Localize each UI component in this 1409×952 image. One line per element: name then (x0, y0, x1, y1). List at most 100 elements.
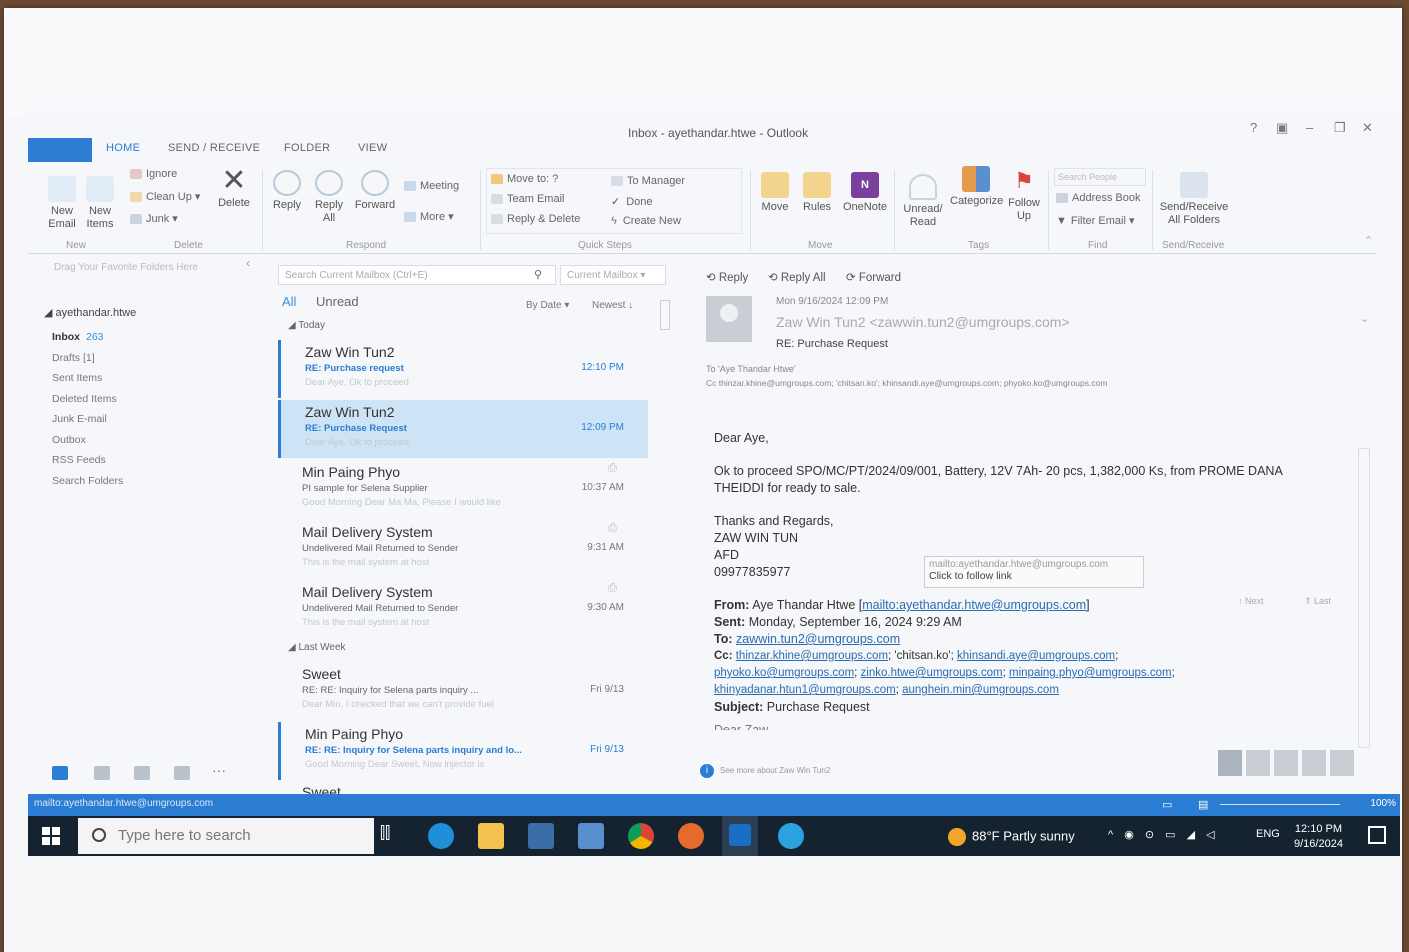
next-link[interactable]: ↑ Next (1238, 596, 1264, 606)
message-item-selected[interactable]: Zaw Win Tun2 RE: Purchase Request Dear A… (278, 400, 648, 458)
outlook-icon[interactable] (722, 816, 758, 856)
restore-icon[interactable]: ❐ (1334, 120, 1346, 136)
more-apps-icon[interactable]: ··· (212, 763, 236, 780)
message-list-scrollbar[interactable] (660, 300, 670, 330)
address-book-button[interactable]: Address Book (1056, 192, 1140, 204)
folder-deleted-items[interactable]: Deleted Items (28, 393, 258, 414)
taskbar-search-input[interactable]: Type here to search (78, 818, 374, 854)
minimize-icon[interactable]: – (1306, 120, 1313, 135)
new-items-button[interactable]: New Items (80, 176, 120, 231)
new-email-button[interactable]: New Email (42, 176, 82, 231)
delete-button[interactable]: ✕ Delete (214, 166, 254, 210)
sort-order-toggle[interactable]: Newest ↓ (592, 300, 633, 311)
task-view-icon[interactable]: ⫿⫿ (380, 823, 406, 849)
collapse-ribbon-icon[interactable]: ⌃ (1364, 234, 1373, 247)
quick-step-reply-delete[interactable]: Reply & Delete (491, 213, 580, 225)
message-item[interactable]: Zaw Win Tun2 RE: Purchase request Dear A… (278, 340, 648, 398)
help-icon[interactable]: ? (1250, 120, 1257, 135)
mail-app-icon[interactable] (578, 823, 604, 849)
reply-action[interactable]: ⟲ Reply (706, 270, 748, 284)
message-item[interactable]: Min Paing Phyo PI sample for Selena Supp… (278, 460, 648, 518)
email-link[interactable]: minpaing.phyo@umgroups.com (1009, 667, 1172, 679)
quick-step-done[interactable]: ✓ Done (611, 195, 653, 208)
zoom-slider[interactable] (1220, 804, 1340, 805)
reply-all-action[interactable]: ⟲ Reply All (768, 270, 826, 284)
tab-home[interactable]: HOME (106, 142, 140, 154)
filter-unread[interactable]: Unread (316, 294, 359, 309)
tab-folder[interactable]: FOLDER (284, 142, 330, 154)
message-item[interactable]: Min Paing Phyo RE: RE: Inquiry for Selen… (278, 722, 648, 780)
person-thumbnail[interactable] (1302, 750, 1326, 776)
forward-action[interactable]: ⟳ Forward (846, 270, 901, 284)
search-input[interactable]: Search Current Mailbox (Ctrl+E) (278, 265, 556, 285)
search-scope-dropdown[interactable]: Current Mailbox ▾ (560, 265, 666, 285)
close-icon[interactable]: ✕ (1362, 120, 1373, 136)
rules-button[interactable]: Rules (798, 172, 836, 214)
email-link[interactable]: zinko.htwe@umgroups.com (861, 667, 1003, 679)
email-link[interactable]: mailto:ayethandar.htwe@umgroups.com (862, 598, 1086, 612)
folder-junk-email[interactable]: Junk E-mail (28, 413, 258, 434)
forward-button[interactable]: Forward (352, 170, 398, 212)
filter-email-button[interactable]: ▼ Filter Email ▾ (1056, 214, 1134, 227)
person-thumbnail[interactable] (1246, 750, 1270, 776)
reading-view-icon[interactable]: ▤ (1198, 798, 1208, 811)
email-link[interactable]: aunghein.min@umgroups.com (902, 684, 1059, 696)
folder-search-folders[interactable]: Search Folders (28, 475, 258, 496)
ribbon-display-icon[interactable]: ▣ (1276, 120, 1288, 136)
people-pane-bar[interactable]: i See more about Zaw Win Tun2 (700, 764, 830, 778)
filter-all[interactable]: All (282, 294, 296, 309)
account-node[interactable]: ◢ ayethandar.htwe (28, 306, 258, 319)
person-thumbnail[interactable] (1218, 750, 1242, 776)
telegram-icon[interactable] (778, 823, 804, 849)
folder-sent-items[interactable]: Sent Items (28, 372, 258, 393)
reply-all-button[interactable]: Reply All (310, 170, 348, 225)
folder-inbox[interactable]: Inbox 263 (28, 331, 258, 352)
send-receive-all-button[interactable]: Send/Receive All Folders (1156, 172, 1232, 227)
tab-view[interactable]: VIEW (358, 142, 387, 154)
person-thumbnail[interactable] (1330, 750, 1354, 776)
email-link[interactable]: phyoko.ko@umgroups.com (714, 667, 854, 679)
email-link[interactable]: zawwin.tun2@umgroups.com (736, 632, 900, 646)
sort-by-dropdown[interactable]: By Date ▾ (526, 300, 569, 311)
search-people-input[interactable]: Search People (1054, 168, 1146, 186)
email-link[interactable]: khinsandi.aye@umgroups.com (957, 650, 1115, 662)
collapse-folder-pane-icon[interactable]: ‹ (246, 256, 250, 270)
group-header-today[interactable]: ◢ Today (288, 320, 325, 331)
ignore-button[interactable]: Ignore (130, 168, 177, 180)
calendar-icon[interactable] (94, 766, 110, 780)
notification-center-icon[interactable] (1368, 826, 1386, 844)
follow-up-button[interactable]: ⚑ Follow Up (1004, 168, 1044, 223)
people-icon[interactable] (134, 766, 150, 780)
onenote-button[interactable]: N OneNote (838, 172, 892, 214)
reply-button[interactable]: Reply (268, 170, 306, 212)
language-indicator[interactable]: ENG (1256, 828, 1280, 840)
message-item[interactable]: Sweet RE: RE: Inquiry for Selena parts i… (278, 662, 648, 720)
folder-outbox[interactable]: Outbox (28, 434, 258, 455)
quick-step-move-to[interactable]: Move to: ? (491, 173, 558, 185)
message-item[interactable]: Mail Delivery System Undelivered Mail Re… (278, 580, 648, 638)
more-respond-button[interactable]: More ▾ (404, 210, 454, 223)
mail-icon[interactable] (52, 766, 68, 780)
store-icon[interactable] (528, 823, 554, 849)
quick-step-team-email[interactable]: Team Email (491, 193, 564, 205)
message-from[interactable]: Zaw Win Tun2 <zawwin.tun2@umgroups.com> (776, 314, 1070, 330)
windows-start-icon[interactable] (42, 827, 60, 845)
expand-header-icon[interactable]: ⌄ (1360, 312, 1369, 325)
taskbar-clock[interactable]: 12:10 PM 9/16/2024 (1294, 822, 1343, 852)
search-icon[interactable]: ⚲ (534, 268, 542, 281)
weather-widget[interactable]: 88°F Partly sunny (948, 828, 1075, 846)
tab-send-receive[interactable]: SEND / RECEIVE (168, 142, 260, 154)
junk-button[interactable]: Junk ▾ (130, 212, 178, 225)
quick-step-create-new[interactable]: ϟ Create New (611, 215, 681, 227)
firefox-icon[interactable] (678, 823, 704, 849)
email-link[interactable]: thinzar.khine@umgroups.com (736, 650, 888, 662)
unread-read-button[interactable]: Unread/ Read (898, 174, 948, 229)
edge-icon[interactable] (428, 823, 454, 849)
file-explorer-icon[interactable] (478, 823, 504, 849)
system-tray-icons[interactable]: ^ ◉ ⊙ ▭ ◢ ◁ (1108, 828, 1219, 841)
normal-view-icon[interactable]: ▭ (1162, 798, 1172, 811)
tasks-icon[interactable] (174, 766, 190, 780)
person-thumbnail[interactable] (1274, 750, 1298, 776)
message-item[interactable]: Mail Delivery System Undelivered Mail Re… (278, 520, 648, 578)
folder-rss-feeds[interactable]: RSS Feeds (28, 454, 258, 475)
